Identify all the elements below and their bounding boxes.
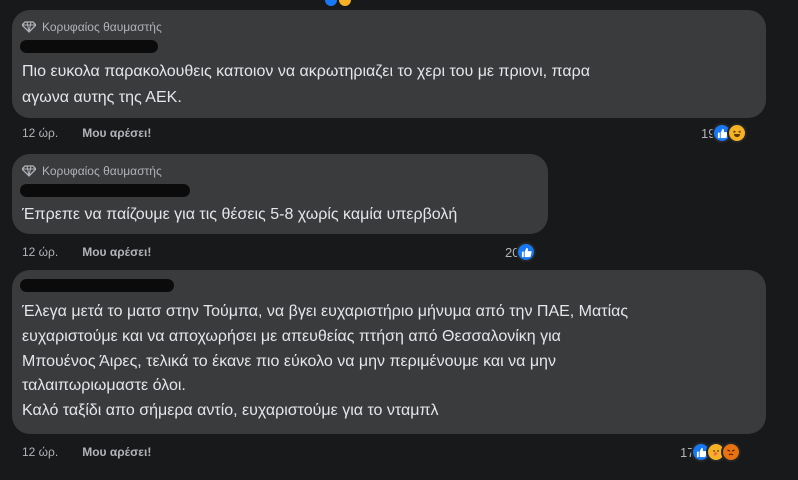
comment-text-line: Μπουένος Άιρες, τελικά το έκανε πιο εύκο… xyxy=(22,353,556,370)
like-icon xyxy=(516,242,537,262)
comment-text-line: Έλεγα μετά το ματσ στην Τούμπα, να βγει … xyxy=(22,303,629,320)
like-button[interactable]: Μου αρέσει! xyxy=(82,245,151,259)
author-name-redacted[interactable] xyxy=(20,184,190,197)
comment-text-line: ευχαριστούμε και να αποχωρήσει με απευθε… xyxy=(22,328,561,345)
comment-text-line: Καλό ταξίδι απο σήμερα αντίο, ευχαριστού… xyxy=(22,402,439,419)
diamond-icon xyxy=(22,165,36,177)
reactions-summary[interactable]: 19 xyxy=(701,123,748,143)
angry-icon xyxy=(721,442,742,462)
like-button[interactable]: Μου αρέσει! xyxy=(82,126,151,140)
top-fan-badge: Κορυφαίος θαυμαστής xyxy=(22,20,162,34)
reactions-summary[interactable]: 20 xyxy=(505,242,537,262)
comment-text-line: ταλαιπωριωμαστε όλοι. xyxy=(22,377,186,394)
author-name-redacted[interactable] xyxy=(20,279,174,292)
comment-actions: 12 ώρ. Μου αρέσει! xyxy=(22,245,151,259)
like-icon xyxy=(325,0,337,6)
timestamp[interactable]: 12 ώρ. xyxy=(22,245,58,259)
badge-label: Κορυφαίος θαυμαστής xyxy=(42,164,162,178)
comment-text-line: Έπρεπε να παίζουμε για τις θέσεις 5-8 χω… xyxy=(22,206,458,223)
like-button[interactable]: Μου αρέσει! xyxy=(82,445,151,459)
timestamp[interactable]: 12 ώρ. xyxy=(22,126,58,140)
comment-text-line: Πιο ευκολα παρακολουθεις καποιον να ακρω… xyxy=(22,63,590,80)
comment-bubble: Έλεγα μετά το ματσ στην Τούμπα, να βγει … xyxy=(12,270,766,434)
comment-actions: 12 ώρ. Μου αρέσει! xyxy=(22,126,151,140)
comment-actions: 12 ώρ. Μου αρέσει! xyxy=(22,445,151,459)
diamond-icon xyxy=(22,21,36,33)
comment-text-line: αγωνα αυτης της ΑΕΚ. xyxy=(22,89,182,106)
partial-reactions xyxy=(325,0,351,6)
badge-label: Κορυφαίος θαυμαστής xyxy=(42,20,162,34)
comment-bubble: Κορυφαίος θαυμαστής Έπρεπε να παίζουμε γ… xyxy=(12,154,548,234)
timestamp[interactable]: 12 ώρ. xyxy=(22,445,58,459)
reactions-summary[interactable]: 17 xyxy=(680,442,742,462)
top-fan-badge: Κορυφαίος θαυμαστής xyxy=(22,164,162,178)
haha-icon xyxy=(339,0,351,6)
comment-bubble: Κορυφαίος θαυμαστής Πιο ευκολα παρακολου… xyxy=(12,10,766,118)
author-name-redacted[interactable] xyxy=(20,40,158,53)
haha-icon xyxy=(727,123,748,143)
